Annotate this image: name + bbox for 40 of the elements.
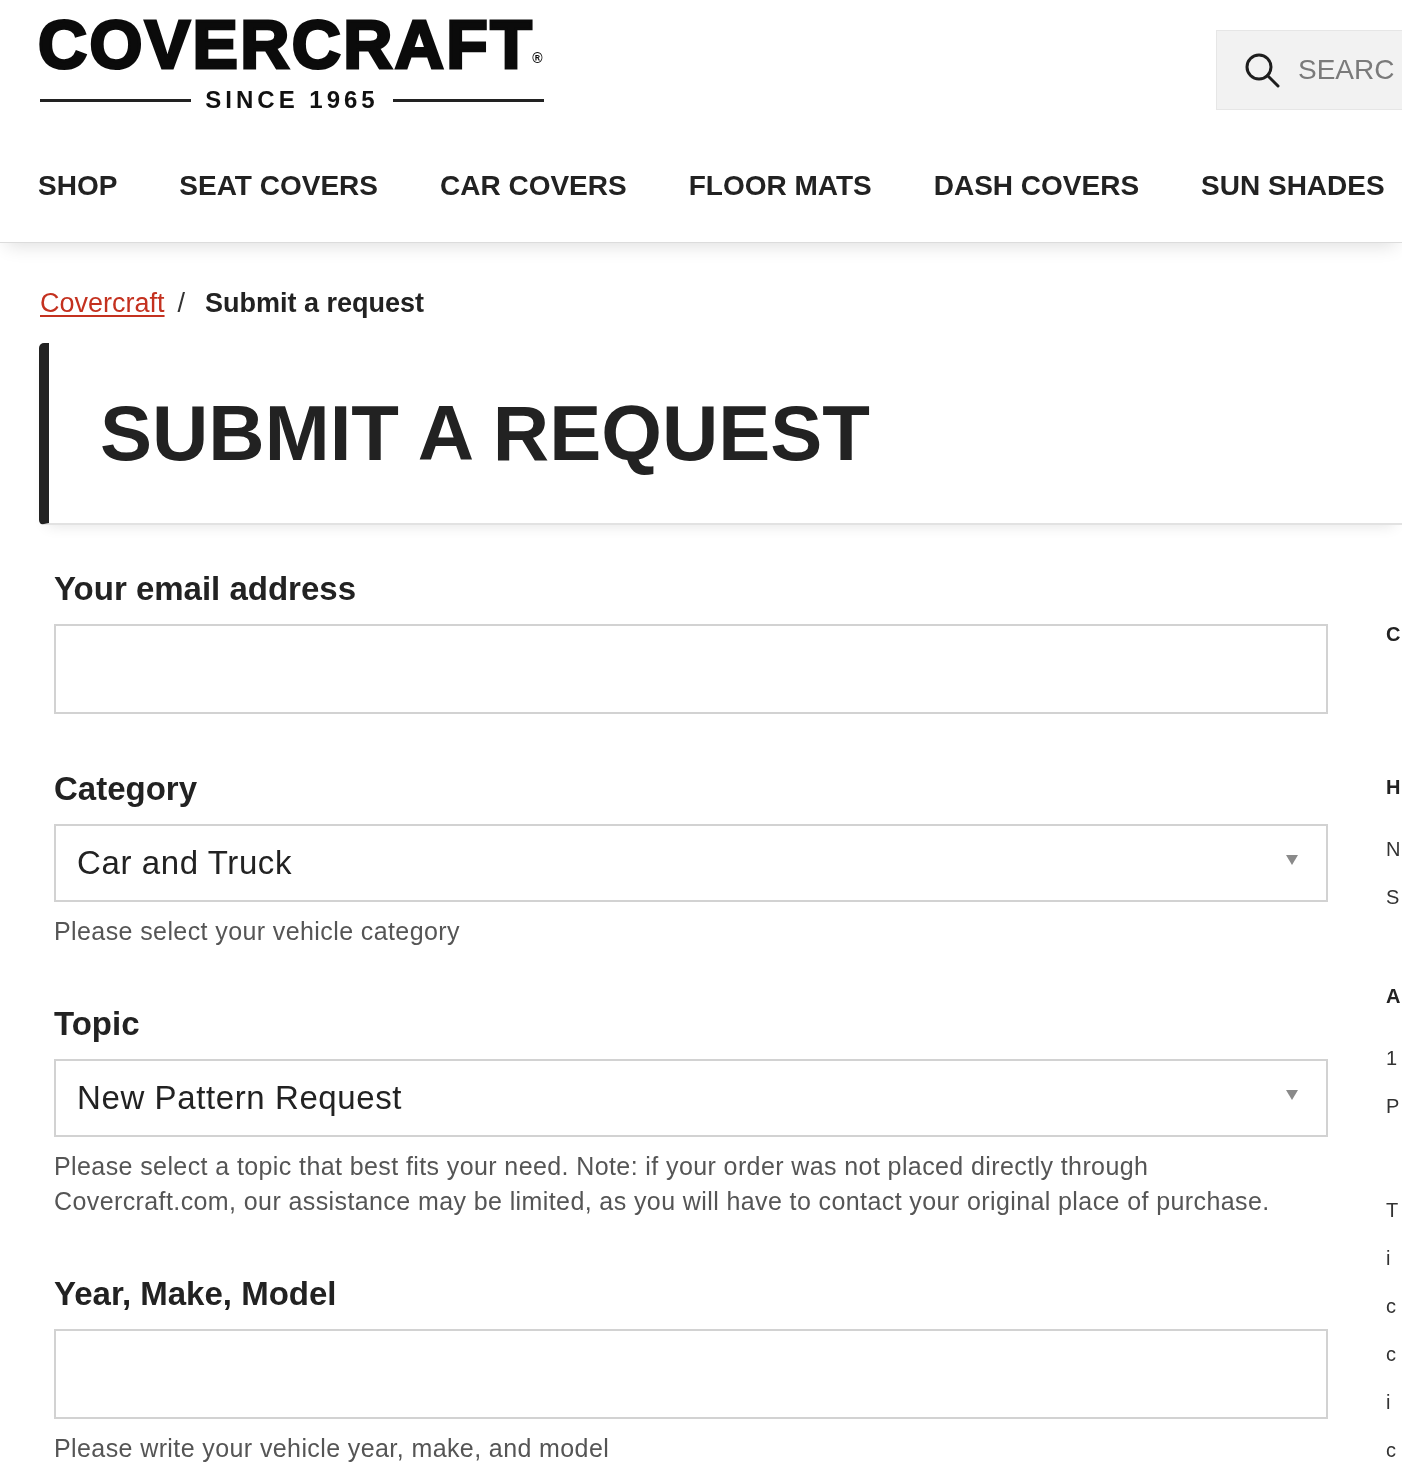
field-hint: Please select a topic that best fits your need. Note: if your order was not placed directly through Covercraft.com, our assistance may be limited, as you will have to contact your original place of purchase. [54, 1151, 1271, 1217]
dropdown-select[interactable]: New Pattern Request [54, 1059, 1328, 1137]
text-fragment: c [1386, 1294, 1397, 1318]
nav-link[interactable]: DASH COVERS [933, 169, 1140, 203]
field-hint: Please write your vehicle year, make, and model [54, 1433, 611, 1464]
heading-fragment: A [1386, 984, 1402, 1008]
registered-mark: ® [532, 50, 543, 66]
text-fragment: i [1386, 1246, 1392, 1270]
nav-link[interactable]: FLOOR MATS [688, 169, 872, 203]
heading-fragment: C [1386, 622, 1402, 646]
nav-link[interactable]: SUN SHADES [1201, 169, 1385, 203]
heading-fragment: H [1386, 775, 1402, 799]
text-fragment: P [1386, 1094, 1401, 1118]
text-fragment: S [1386, 885, 1401, 909]
text-fragment: N [1386, 837, 1402, 861]
field-label: Category [54, 769, 199, 809]
nav-link[interactable]: SEAT COVERS [179, 169, 378, 203]
breadcrumb-separator: / [177, 287, 186, 320]
text-fragment: c [1386, 1438, 1397, 1462]
caret-icon [1286, 1090, 1298, 1100]
breadcrumb-link[interactable]: Covercraft [40, 286, 165, 320]
caret-icon [1286, 855, 1298, 865]
nav-link[interactable]: CAR COVERS [440, 169, 627, 203]
text-fragment: 1 [1386, 1046, 1399, 1070]
field-label: Topic [54, 1004, 141, 1044]
dropdown-select[interactable]: Car and Truck [54, 824, 1328, 902]
text-field[interactable] [54, 1329, 1328, 1419]
search-icon[interactable] [1244, 52, 1280, 88]
logo-tagline: SINCE 1965 [205, 86, 379, 114]
search-field[interactable]: SEARC [1216, 30, 1402, 110]
field-hint: Please select your vehicle category [54, 916, 461, 947]
nav-link[interactable]: SHOP [38, 169, 118, 203]
page-title: SUBMIT A REQUEST [100, 388, 870, 478]
text-fragment: T [1386, 1198, 1400, 1222]
text-field[interactable] [54, 624, 1328, 714]
breadcrumb-current: Submit a request [205, 287, 425, 320]
field-label: Year, Make, Model [54, 1274, 338, 1314]
text-fragment: c [1386, 1342, 1397, 1366]
field-label: Your email address [54, 569, 357, 609]
text-fragment: i [1386, 1390, 1392, 1414]
